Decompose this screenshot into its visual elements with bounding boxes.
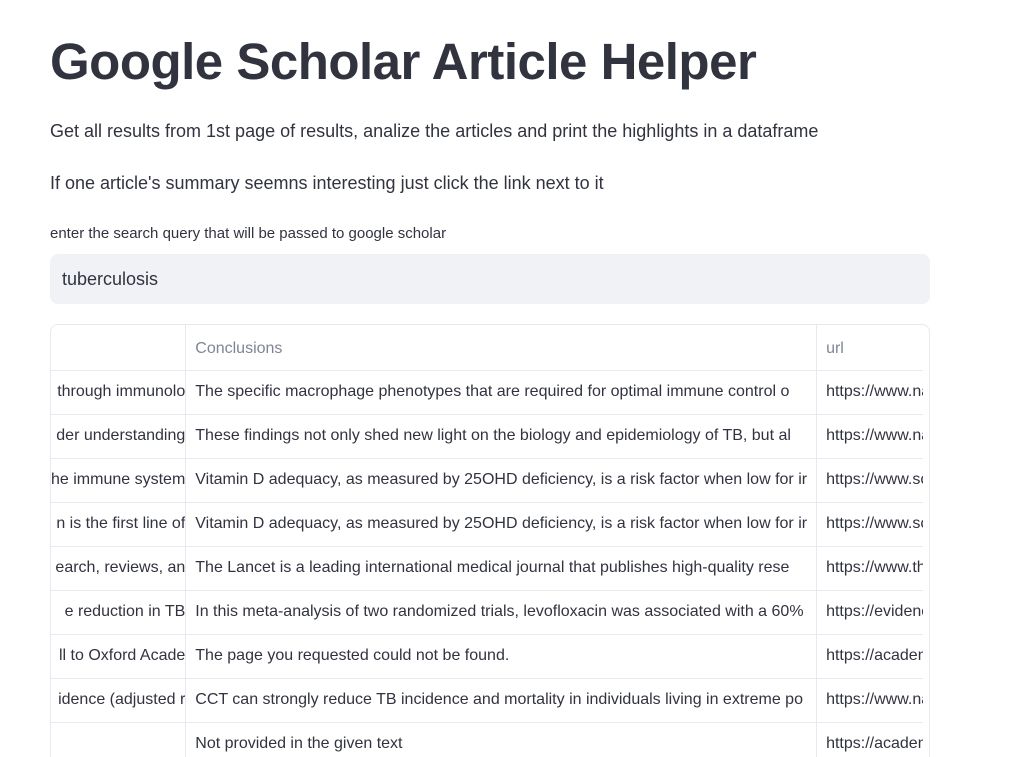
table-row[interactable]: he immune system Vitamin D adequacy, as m…	[51, 458, 923, 503]
table-row[interactable]: Not provided in the given text https://ac…	[51, 722, 923, 757]
search-input[interactable]	[50, 254, 930, 304]
table-row[interactable]: idence (adjusted r CCT can strongly reduc…	[51, 678, 923, 723]
previous-column-cell[interactable]: earch, reviews, an	[51, 546, 187, 591]
conclusions-cell[interactable]: The specific macrophage phenotypes that …	[185, 370, 818, 415]
conclusions-cell[interactable]: Not provided in the given text	[185, 722, 818, 757]
url-link-cell[interactable]: https://www.the	[816, 546, 923, 591]
url-link-cell[interactable]: https://www.sci	[816, 458, 923, 503]
search-input-label: enter the search query that will be pass…	[50, 225, 447, 242]
description-text: Get all results from 1st page of results…	[50, 121, 819, 141]
dataframe-viewport[interactable]: Conclusions url through immunolo The spec…	[51, 325, 923, 757]
previous-column-cell[interactable]: he immune system	[51, 458, 187, 503]
conclusions-cell[interactable]: Vitamin D adequacy, as measured by 25OHD…	[185, 502, 818, 547]
previous-column-text: n is the first line of	[56, 515, 186, 532]
previous-column-text: e reduction in TB	[64, 603, 186, 620]
table-row[interactable]: e reduction in TB In this meta-analysis o…	[51, 590, 923, 635]
table-row[interactable]: earch, reviews, an The Lancet is a leadin…	[51, 546, 923, 591]
results-dataframe[interactable]: Conclusions url through immunolo The spec…	[50, 324, 930, 757]
url-link-cell[interactable]: https://academi	[816, 634, 923, 679]
url-link-cell[interactable]: https://evidence	[816, 590, 923, 635]
table-body: through immunolo The specific macrophage …	[51, 370, 923, 757]
table-row[interactable]: ll to Oxford Acade The page you requested…	[51, 634, 923, 679]
previous-column-cell[interactable]: e reduction in TB	[51, 590, 187, 635]
previous-column-text: idence (adjusted r	[58, 691, 186, 708]
previous-column-cell[interactable]	[51, 722, 187, 757]
column-header-previous[interactable]	[51, 325, 187, 371]
table-row[interactable]: der understanding These findings not only…	[51, 414, 923, 459]
previous-column-text: he immune system	[51, 471, 186, 488]
url-link-cell[interactable]: https://www.na	[816, 414, 923, 459]
previous-column-cell[interactable]: der understanding	[51, 414, 187, 459]
url-link-cell[interactable]: https://www.sci	[816, 502, 923, 547]
previous-column-text: ll to Oxford Acade	[58, 647, 186, 664]
conclusions-cell[interactable]: In this meta-analysis of two randomized …	[185, 590, 818, 635]
conclusions-cell[interactable]: CCT can strongly reduce TB incidence and…	[185, 678, 818, 723]
table-header-row: Conclusions url	[51, 325, 923, 371]
previous-column-text: through immunolo	[57, 383, 186, 400]
column-header-url[interactable]: url	[816, 325, 923, 371]
url-link-cell[interactable]: https://www.na	[816, 678, 923, 723]
conclusions-cell[interactable]: The Lancet is a leading international me…	[185, 546, 818, 591]
table-row[interactable]: through immunolo The specific macrophage …	[51, 370, 923, 415]
url-link-cell[interactable]: https://www.na	[816, 370, 923, 415]
previous-column-text: der understanding	[56, 427, 186, 444]
previous-column-cell[interactable]: through immunolo	[51, 370, 187, 415]
previous-column-text: earch, reviews, an	[55, 559, 186, 576]
hint-text: If one article's summary seemns interest…	[50, 173, 604, 193]
app-page: Google Scholar Article Helper Get all re…	[0, 0, 1023, 757]
url-link-cell[interactable]: https://academi	[816, 722, 923, 757]
conclusions-cell[interactable]: These findings not only shed new light o…	[185, 414, 818, 459]
conclusions-cell[interactable]: The page you requested could not be foun…	[185, 634, 818, 679]
page-title: Google Scholar Article Helper	[50, 33, 757, 90]
table-row[interactable]: n is the first line of Vitamin D adequacy…	[51, 502, 923, 547]
previous-column-cell[interactable]: n is the first line of	[51, 502, 187, 547]
previous-column-cell[interactable]: idence (adjusted r	[51, 678, 187, 723]
column-header-conclusions[interactable]: Conclusions	[185, 325, 818, 371]
previous-column-cell[interactable]: ll to Oxford Acade	[51, 634, 187, 679]
results-table: Conclusions url through immunolo The spec…	[51, 325, 923, 757]
conclusions-cell[interactable]: Vitamin D adequacy, as measured by 25OHD…	[185, 458, 818, 503]
